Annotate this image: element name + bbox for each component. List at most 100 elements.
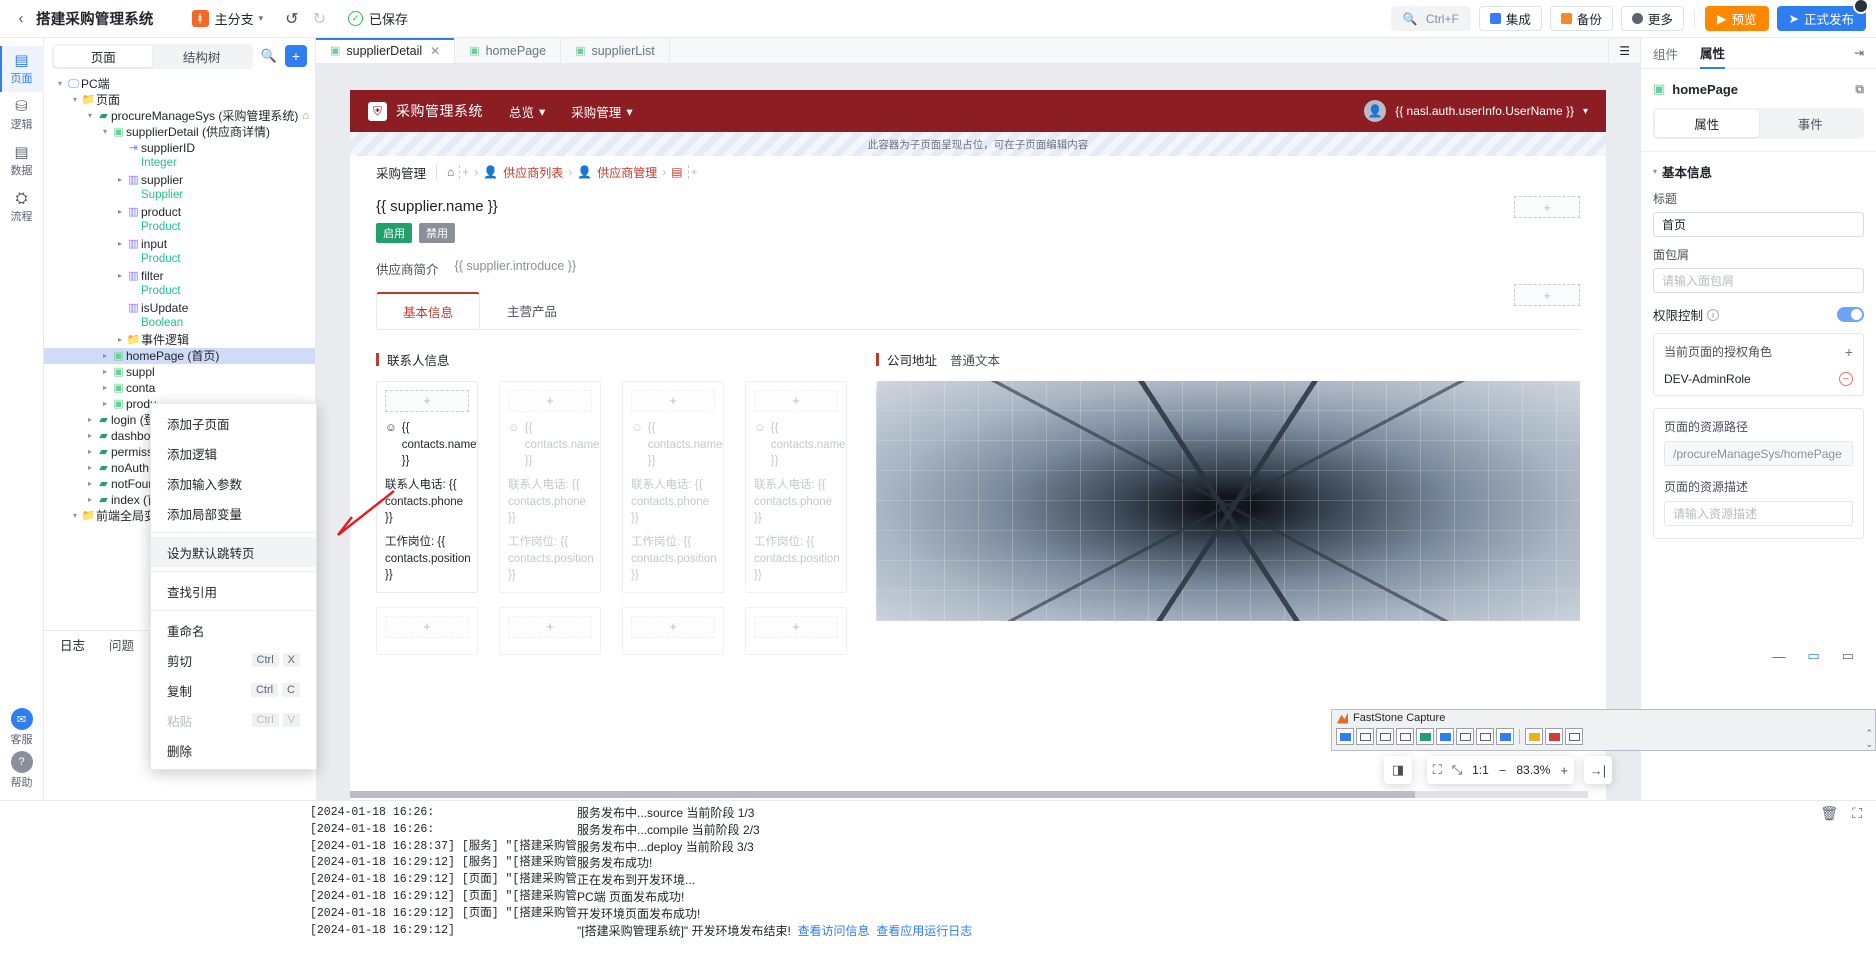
contact-card-placeholder[interactable]: + [376, 607, 478, 656]
group-basic-info[interactable]: ▾ 基本信息 [1641, 152, 1876, 181]
context-menu-item[interactable]: 添加输入参数 [151, 468, 316, 498]
detail-tab-basic[interactable]: 基本信息 [376, 292, 481, 329]
more-button[interactable]: 更多 [1620, 6, 1684, 31]
rail-item-support[interactable]: ✉ 客服 [10, 708, 33, 747]
tab-list-icon[interactable]: ☰ [1619, 44, 1630, 58]
tab-components[interactable]: 组件 [1653, 38, 1678, 69]
maximize-button[interactable]: ▭ [1842, 648, 1854, 664]
integrate-button[interactable]: 集成 [1478, 6, 1542, 31]
add-icon[interactable]: + [385, 616, 469, 639]
contact-card-placeholder[interactable]: + [622, 607, 724, 656]
context-menu-item[interactable]: 添加逻辑 [151, 438, 316, 468]
tree-node[interactable]: ▸ ▣ conta [44, 380, 315, 396]
select-tool-icon[interactable]: ⛶ [1433, 762, 1442, 778]
chevron-down-icon[interactable]: ⌄ [1865, 739, 1873, 750]
capture-active-window-button[interactable] [1336, 728, 1354, 745]
chevron-right-icon[interactable]: ▸ [114, 332, 126, 348]
branch-selector[interactable]: ᚼ 主分支 ▾ [191, 9, 263, 28]
detail-tab-products[interactable]: 主营产品 [480, 292, 584, 329]
context-menu-item[interactable]: 设为默认跳转页 [151, 537, 316, 567]
chevron-right-icon[interactable]: ▸ [99, 364, 111, 380]
chevron-right-icon[interactable]: ▸ [114, 204, 126, 220]
tree-node[interactable]: ▸ ▥ filter Product [44, 268, 315, 300]
chevron-right-icon[interactable]: ▸ [99, 380, 111, 396]
faststone-side-arrows[interactable]: ⌃ ⌄ [1865, 728, 1873, 750]
add-icon[interactable]: + [631, 390, 715, 412]
chevron-right-icon[interactable]: ▸ [84, 476, 96, 492]
chevron-right-icon[interactable]: ▸ [84, 428, 96, 444]
screen-magnifier-button[interactable] [1496, 728, 1514, 745]
tree-node[interactable]: ▸ ▣ suppl [44, 364, 315, 380]
rail-item-flow[interactable]: ⛭ 流程 [0, 184, 44, 230]
editor-tab-homePage[interactable]: ▣ homePage [455, 38, 562, 63]
tree-node[interactable]: ▾ ▰ procureManageSys (采购管理系统) ⌂ [44, 108, 315, 124]
open-file-button[interactable] [1525, 728, 1543, 745]
context-menu-item[interactable]: 添加局部变量 [151, 498, 316, 528]
tree-node[interactable]: ▸ ▣ homePage (首页) [44, 348, 315, 364]
chevron-right-icon[interactable]: ▸ [114, 172, 126, 188]
zoom-ratio-label[interactable]: 1:1 [1472, 763, 1489, 777]
restore-button[interactable]: ▭ [1807, 648, 1819, 664]
tree-node[interactable]: ▸ ▥ supplier Supplier [44, 172, 315, 204]
publish-button[interactable]: ➤ 正式发布 [1776, 0, 1869, 31]
subtab-events[interactable]: 事件 [1759, 110, 1863, 137]
capture-window-button[interactable] [1356, 728, 1374, 745]
chevron-right-icon[interactable]: ▸ [99, 396, 111, 412]
context-menu-item[interactable]: 复制 Ctrl C [151, 675, 316, 705]
log-link[interactable]: 查看应用运行日志 [870, 923, 972, 940]
home-icon[interactable]: ⌂ [447, 165, 454, 179]
chevron-right-icon[interactable]: ▸ [114, 268, 126, 284]
capture-scrolling-button[interactable] [1436, 728, 1454, 745]
capture-fullscreen-button[interactable] [1416, 728, 1434, 745]
tab-log[interactable]: 日志 [60, 635, 85, 654]
chevron-down-icon[interactable]: ▾ [69, 92, 81, 108]
desc-input[interactable] [1664, 501, 1853, 526]
record-button[interactable] [1476, 728, 1494, 745]
remove-role-icon[interactable]: − [1839, 372, 1853, 386]
clear-log-icon[interactable]: 🗑 [1820, 805, 1838, 822]
contact-card[interactable]: + ☺ {{ contacts.name }} 联系人电话: {{ contacts.… [376, 381, 478, 594]
chevron-up-icon[interactable]: ⌃ [1865, 728, 1873, 739]
contact-card-placeholder[interactable]: + [499, 607, 601, 656]
faststone-settings-button[interactable] [1565, 728, 1583, 745]
panel-toggle-right[interactable]: →| [1584, 756, 1612, 784]
capture-freehand-button[interactable] [1396, 728, 1414, 745]
add-slot-tabs[interactable]: + [1514, 284, 1580, 306]
back-button[interactable]: ‹ [10, 10, 32, 27]
close-icon[interactable]: ✕ [430, 44, 440, 58]
log-link[interactable]: 查看访问信息 [791, 923, 870, 940]
add-icon[interactable]: + [508, 390, 592, 412]
tab-structure[interactable]: 结构树 [152, 46, 250, 67]
editor-tab-supplierList[interactable]: ▣ supplierList [561, 38, 670, 63]
panel-toggle-left[interactable]: ◨ [1384, 756, 1412, 784]
undo-icon[interactable]: ↺ [285, 9, 298, 29]
copy-icon[interactable]: ⧉ [1855, 82, 1864, 97]
tree-node[interactable]: ▸ ▥ input Product [44, 236, 315, 268]
tab-pages[interactable]: 页面 [54, 45, 153, 67]
add-icon[interactable]: + [754, 616, 838, 639]
output-settings-button[interactable] [1545, 728, 1563, 745]
tab-problems[interactable]: 问题 [109, 635, 134, 654]
tab-properties[interactable]: 属性 [1700, 38, 1726, 69]
breadcrumb-add-icon[interactable]: + [459, 165, 469, 179]
backup-button[interactable]: 备份 [1549, 6, 1613, 31]
nav-overview[interactable]: 总览 ▾ [509, 102, 545, 121]
rail-item-logic[interactable]: ⛁ 逻辑 [0, 92, 44, 138]
add-role-button[interactable]: + [1845, 344, 1853, 360]
global-search[interactable]: 🔍 Ctrl+F [1390, 6, 1471, 31]
chevron-down-icon[interactable]: ▾ [69, 508, 81, 524]
capture-rect-button[interactable] [1376, 728, 1394, 745]
add-slot-top[interactable]: + [1514, 196, 1580, 218]
collapse-panel-icon[interactable]: ⇥ [1854, 46, 1864, 60]
nav-user[interactable]: 👤 {{ nasl.auth.userInfo.UserName }} ▾ [1364, 100, 1588, 122]
chevron-right-icon[interactable]: ▸ [99, 348, 111, 364]
chevron-right-icon[interactable]: ▸ [84, 492, 96, 508]
tree-node[interactable]: ▾ ▣ supplierDetail (供应商详情) [44, 124, 315, 140]
rail-item-help[interactable]: ? 帮助 [10, 751, 33, 790]
nav-procurement[interactable]: 采购管理 ▾ [571, 102, 632, 121]
chevron-down-icon[interactable]: ▾ [84, 108, 96, 124]
tree-add-button[interactable]: + [285, 45, 307, 67]
minimize-button[interactable]: — [1772, 649, 1785, 664]
breadcrumb-item-1[interactable]: 供应商管理 [597, 164, 657, 181]
context-menu-item[interactable]: 重命名 [151, 615, 316, 645]
